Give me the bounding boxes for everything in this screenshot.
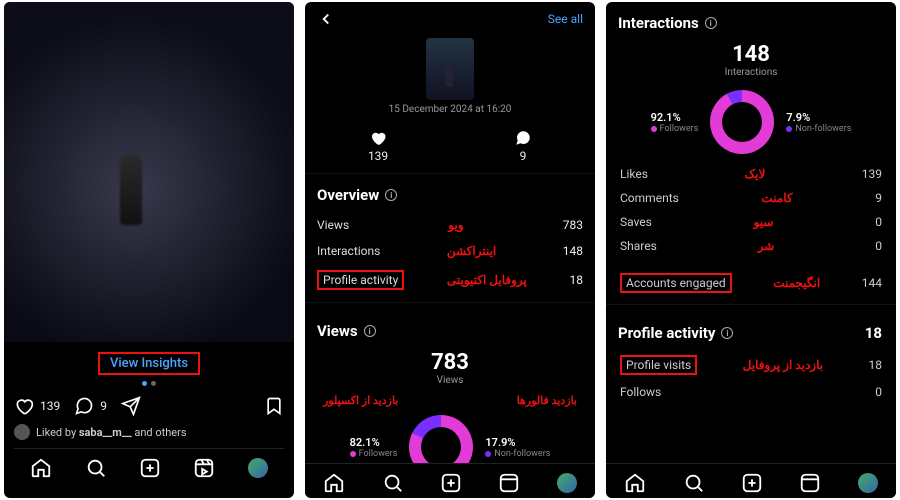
create-icon[interactable] — [139, 457, 161, 479]
reels-icon[interactable] — [498, 472, 520, 494]
avatar — [14, 424, 30, 440]
info-icon[interactable]: i — [364, 325, 376, 337]
row-profile-visits[interactable]: Profile visits بازدید از پروفایل 18 — [606, 350, 896, 380]
annotation: ویو — [349, 218, 563, 232]
info-icon[interactable]: i — [721, 327, 733, 339]
comment-icon — [514, 129, 532, 147]
home-icon[interactable] — [30, 457, 52, 479]
profile-activity-total: 18 — [865, 324, 882, 342]
row-accounts-engaged[interactable]: Accounts engaged انگیجمنت 144 — [606, 268, 896, 298]
comment-icon[interactable] — [74, 396, 94, 416]
reels-icon[interactable] — [799, 472, 821, 494]
interactions-heading: Interactions i — [606, 2, 896, 40]
search-icon[interactable] — [85, 457, 107, 479]
legend-bullet — [350, 451, 356, 457]
create-icon[interactable] — [440, 472, 462, 494]
followers-pct: 82.1% — [350, 436, 380, 449]
row-shares[interactable]: Shares شر 0 — [606, 234, 896, 258]
profile-activity-heading: Profile activity i 18 — [606, 312, 896, 350]
legend-bullet — [485, 451, 491, 457]
info-icon[interactable]: i — [385, 189, 397, 201]
create-icon[interactable] — [741, 472, 763, 494]
annotation: بازدید از پروفایل — [743, 358, 823, 372]
post-photo[interactable] — [4, 2, 294, 342]
home-icon[interactable] — [323, 472, 345, 494]
profile-avatar[interactable] — [248, 458, 268, 478]
comments-value: 9 — [520, 149, 527, 163]
annotation: شر — [758, 239, 775, 253]
comment-count: 9 — [100, 399, 107, 413]
followers-pct: 92.1% — [651, 111, 681, 124]
nonfollowers-pct: 7.9% — [786, 111, 810, 124]
post-timestamp: 15 December 2024 at 16:20 — [305, 104, 595, 115]
overview-row-interactions[interactable]: Interactions اینتراکشن 148 — [305, 238, 595, 264]
search-icon[interactable] — [382, 472, 404, 494]
interactions-total: 148 — [606, 42, 896, 67]
overview-row-profile-activity[interactable]: Profile activity پروفایل اکتیویتی 18 — [305, 264, 595, 296]
carousel-dots — [14, 379, 284, 392]
view-insights-link[interactable]: View Insights — [98, 352, 200, 375]
interactions-donut-row: 92.1% Followers 7.9% Non-followers — [606, 86, 896, 162]
annotation: سیو — [754, 215, 774, 229]
liked-by-text: Liked by saba__m__ and others — [36, 426, 187, 439]
legend-bullet — [786, 126, 792, 132]
carousel-dot[interactable] — [151, 381, 156, 386]
back-icon[interactable] — [317, 10, 335, 28]
carousel-dot[interactable] — [142, 381, 147, 386]
profile-avatar[interactable] — [858, 473, 878, 493]
post-thumbnail[interactable] — [426, 38, 474, 100]
annotation: بازدید فالورها — [517, 394, 577, 407]
search-icon[interactable] — [683, 472, 705, 494]
liked-by-row[interactable]: Liked by saba__m__ and others — [14, 420, 284, 448]
annotation: پروفایل اکتیویتی — [404, 273, 569, 287]
share-icon[interactable] — [121, 396, 141, 416]
heart-icon — [369, 129, 387, 147]
bottom-nav — [606, 463, 896, 498]
panel-post-view: View Insights 139 9 Lik — [4, 2, 294, 498]
reels-icon[interactable] — [193, 457, 215, 479]
views-heading: Views i — [305, 310, 595, 348]
views-total: 783 — [305, 350, 595, 375]
interactions-donut-chart — [710, 90, 774, 154]
row-comments[interactable]: Comments کامنت 9 — [606, 186, 896, 210]
post-actions: 139 9 — [14, 392, 284, 420]
annotation: بازدید از اکسپلور — [323, 394, 398, 407]
home-icon[interactable] — [624, 472, 646, 494]
row-follows[interactable]: Follows 0 — [606, 380, 896, 404]
comments-stat[interactable]: 9 — [514, 129, 532, 163]
post-footer: View Insights 139 9 Lik — [4, 342, 294, 487]
nonfollowers-pct: 17.9% — [485, 436, 515, 449]
views-sub: Views — [305, 375, 595, 386]
likes-value: 139 — [368, 149, 388, 163]
panel-insights-interactions: Interactions i 148 Interactions 92.1% Fo… — [606, 2, 896, 498]
see-all-link[interactable]: See all — [548, 12, 583, 26]
interactions-sub: Interactions — [606, 67, 896, 78]
heart-icon[interactable] — [14, 396, 34, 416]
likes-stat[interactable]: 139 — [368, 129, 388, 163]
annotation: اینتراکشن — [380, 244, 562, 258]
info-icon[interactable]: i — [705, 17, 717, 29]
quick-stats: 139 9 — [305, 123, 595, 174]
overview-heading: Overview i — [305, 174, 595, 212]
row-likes[interactable]: Likes لایک 139 — [606, 162, 896, 186]
bookmark-icon[interactable] — [264, 396, 284, 416]
annotation: لایک — [744, 167, 765, 181]
bottom-nav — [14, 448, 284, 483]
panel-insights-overview: See all 15 December 2024 at 16:20 139 9 … — [305, 2, 595, 498]
overview-row-views[interactable]: Views ویو 783 — [305, 212, 595, 238]
annotation: کامنت — [761, 191, 792, 205]
like-count: 139 — [40, 399, 60, 413]
annotation: انگیجمنت — [773, 276, 820, 290]
profile-avatar[interactable] — [557, 473, 577, 493]
legend-bullet — [651, 126, 657, 132]
bottom-nav — [305, 463, 595, 498]
row-saves[interactable]: Saves سیو 0 — [606, 210, 896, 234]
